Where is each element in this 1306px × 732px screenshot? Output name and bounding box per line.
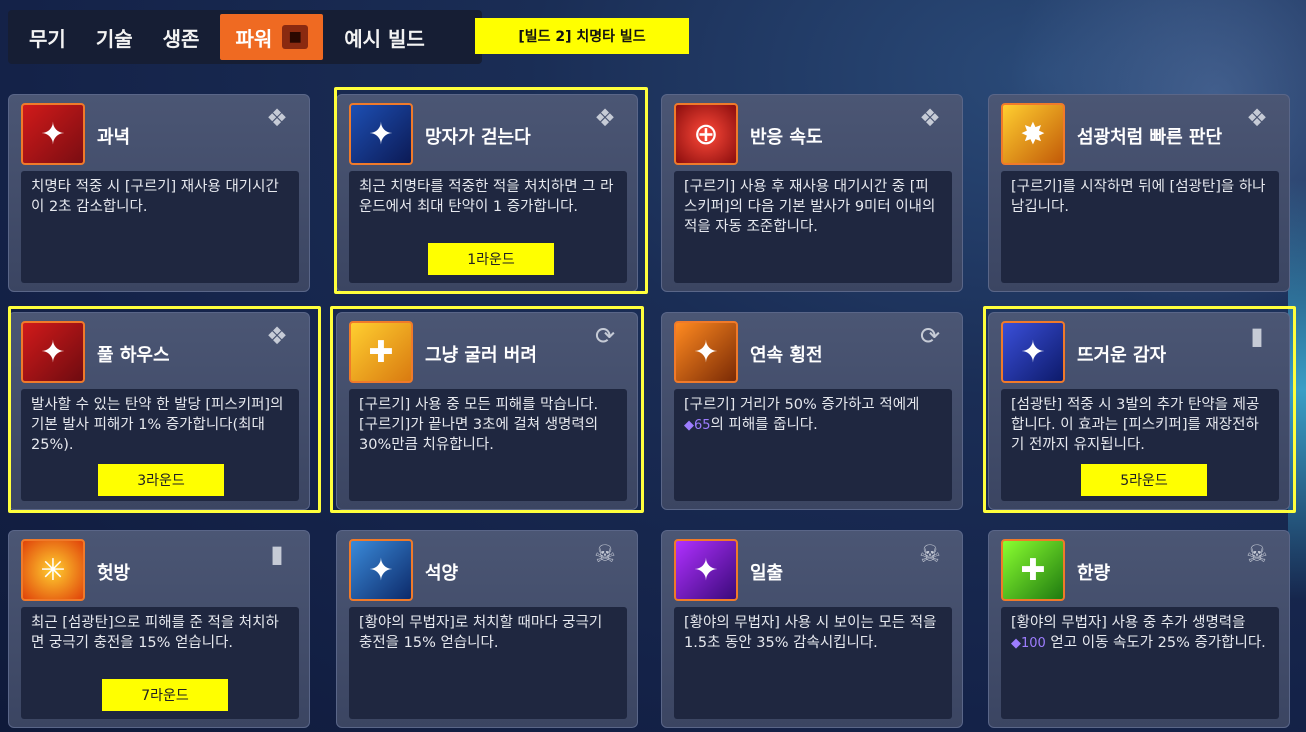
skull-icon: ☠: [919, 540, 941, 568]
tab-power[interactable]: 파워 ■: [220, 14, 324, 60]
power-title: 섬광처럼 빠른 판단: [1077, 127, 1223, 148]
tab-example-build[interactable]: 예시 빌드: [329, 14, 440, 60]
power-description: [황야의 무법자]로 처치할 때마다 궁극기 충전을 15% 얻습니다.: [349, 607, 627, 719]
category-tabbar: 무기 기술 생존 파워 ■ 예시 빌드: [8, 10, 482, 64]
power-description-text: [황야의 무법자] 사용 중 추가 생명력을: [1011, 615, 1246, 631]
tab-ability[interactable]: 기술: [81, 14, 148, 60]
tab-survival[interactable]: 생존: [148, 14, 215, 60]
selected-highlight: [330, 306, 644, 513]
skull-icon: ☠: [594, 540, 616, 568]
power-title: 일출: [750, 563, 784, 584]
power-title: 과녁: [97, 127, 131, 148]
power-title: 연속 횡전: [750, 345, 823, 366]
health-value: 100: [1021, 636, 1046, 651]
revolver-icon: ❖: [266, 104, 288, 132]
tab-ability-label: 기술: [95, 26, 133, 51]
build-name-label: [빌드 2] 치명타 빌드: [475, 18, 689, 54]
round-label: 1라운드: [428, 243, 554, 275]
power-card-gwanyeok[interactable]: ✦ 과녁 ❖ 치명타 적중 시 [구르기] 재사용 대기시간이 2초 감소합니다…: [8, 94, 310, 292]
power-description: [구르기] 사용 후 재사용 대기시간 중 [피스키퍼]의 다음 기본 발사가 …: [674, 171, 952, 283]
round-label: 7라운드: [102, 679, 228, 711]
tab-weapon-label: 무기: [29, 26, 66, 51]
power-description-text: [구르기] 거리가 50% 증가하고 적에게: [684, 397, 920, 413]
gem-icon: ◆: [684, 418, 694, 433]
revolver-icon: ❖: [919, 104, 941, 132]
power-description: [황야의 무법자] 사용 시 보이는 모든 적을 1.5초 동안 35% 감속시…: [674, 607, 952, 719]
power-card-sunrise[interactable]: ✦ 일출 ☠ [황야의 무법자] 사용 시 보이는 모든 적을 1.5초 동안 …: [661, 530, 963, 728]
revolver-icon: ❖: [1246, 104, 1268, 132]
power-icon: ⊕: [674, 103, 738, 165]
hero-portrait-icon: ■: [282, 25, 309, 49]
flashbang-icon: ▮: [270, 540, 284, 568]
power-icon: ✦: [21, 103, 85, 165]
power-card-sunset[interactable]: ✦ 석양 ☠ [황야의 무법자]로 처치할 때마다 궁극기 충전을 15% 얻습…: [336, 530, 638, 728]
roll-icon: ⟳: [919, 322, 941, 350]
power-icon: ✳: [21, 539, 85, 601]
gem-icon: ◆: [1011, 636, 1021, 651]
power-title: 반응 속도: [750, 127, 823, 148]
power-description: 치명타 적중 시 [구르기] 재사용 대기시간이 2초 감소합니다.: [21, 171, 299, 283]
power-card-flash-judgement[interactable]: ✸ 섬광처럼 빠른 판단 ❖ [구르기]를 시작하면 뒤에 [섬광탄]을 하나 …: [988, 94, 1290, 292]
power-icon: ✸: [1001, 103, 1065, 165]
round-label: 3라운드: [98, 464, 224, 496]
power-card-hanryang[interactable]: ✚ 한량 ☠ [황야의 무법자] 사용 중 추가 생명력을 ◆100 얻고 이동…: [988, 530, 1290, 728]
power-description-text: 의 피해를 줍니다.: [710, 417, 818, 433]
damage-value: 65: [694, 418, 711, 433]
tab-weapon[interactable]: 무기: [14, 14, 81, 60]
tab-survival-label: 생존: [162, 26, 200, 51]
power-icon: ✚: [1001, 539, 1065, 601]
power-card-consecutive-roll[interactable]: ✦ 연속 횡전 ⟳ [구르기] 거리가 50% 증가하고 적에게 ◆65의 피해…: [661, 312, 963, 510]
power-card-reaction-speed[interactable]: ⊕ 반응 속도 ❖ [구르기] 사용 후 재사용 대기시간 중 [피스키퍼]의 …: [661, 94, 963, 292]
power-description: [황야의 무법자] 사용 중 추가 생명력을 ◆100 얻고 이동 속도가 25…: [1001, 607, 1279, 719]
power-description-text: 얻고 이동 속도가 25% 증가합니다.: [1045, 635, 1266, 651]
power-title: 석양: [425, 563, 459, 584]
power-description: [구르기] 거리가 50% 증가하고 적에게 ◆65의 피해를 줍니다.: [674, 389, 952, 501]
tab-power-label: 파워: [235, 26, 273, 51]
power-title: 헛방: [97, 563, 131, 584]
tab-example-build-label: 예시 빌드: [344, 26, 425, 51]
power-icon: ✦: [349, 539, 413, 601]
round-label: 5라운드: [1081, 464, 1207, 496]
power-icon: ✦: [674, 539, 738, 601]
skull-icon: ☠: [1246, 540, 1268, 568]
power-description: [구르기]를 시작하면 뒤에 [섬광탄]을 하나 남깁니다.: [1001, 171, 1279, 283]
power-title: 한량: [1077, 563, 1111, 584]
power-icon: ✦: [674, 321, 738, 383]
